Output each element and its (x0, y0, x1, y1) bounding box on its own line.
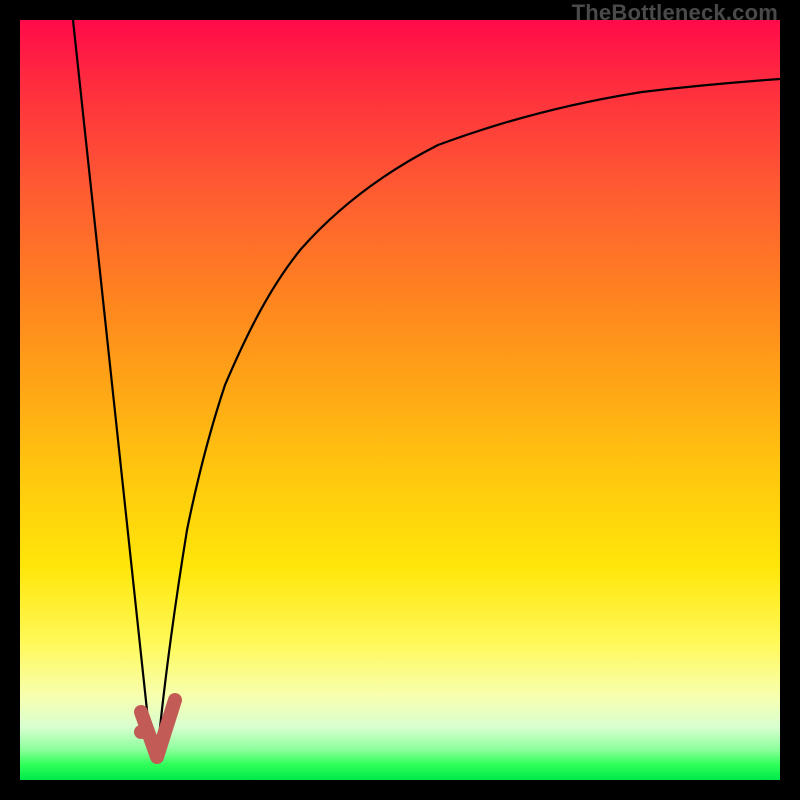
curve-layer (20, 20, 780, 780)
dot-marker (134, 725, 148, 739)
chart-frame: TheBottleneck.com (0, 0, 800, 800)
curve-left-branch (73, 20, 152, 757)
curve-right-branch (157, 79, 780, 757)
